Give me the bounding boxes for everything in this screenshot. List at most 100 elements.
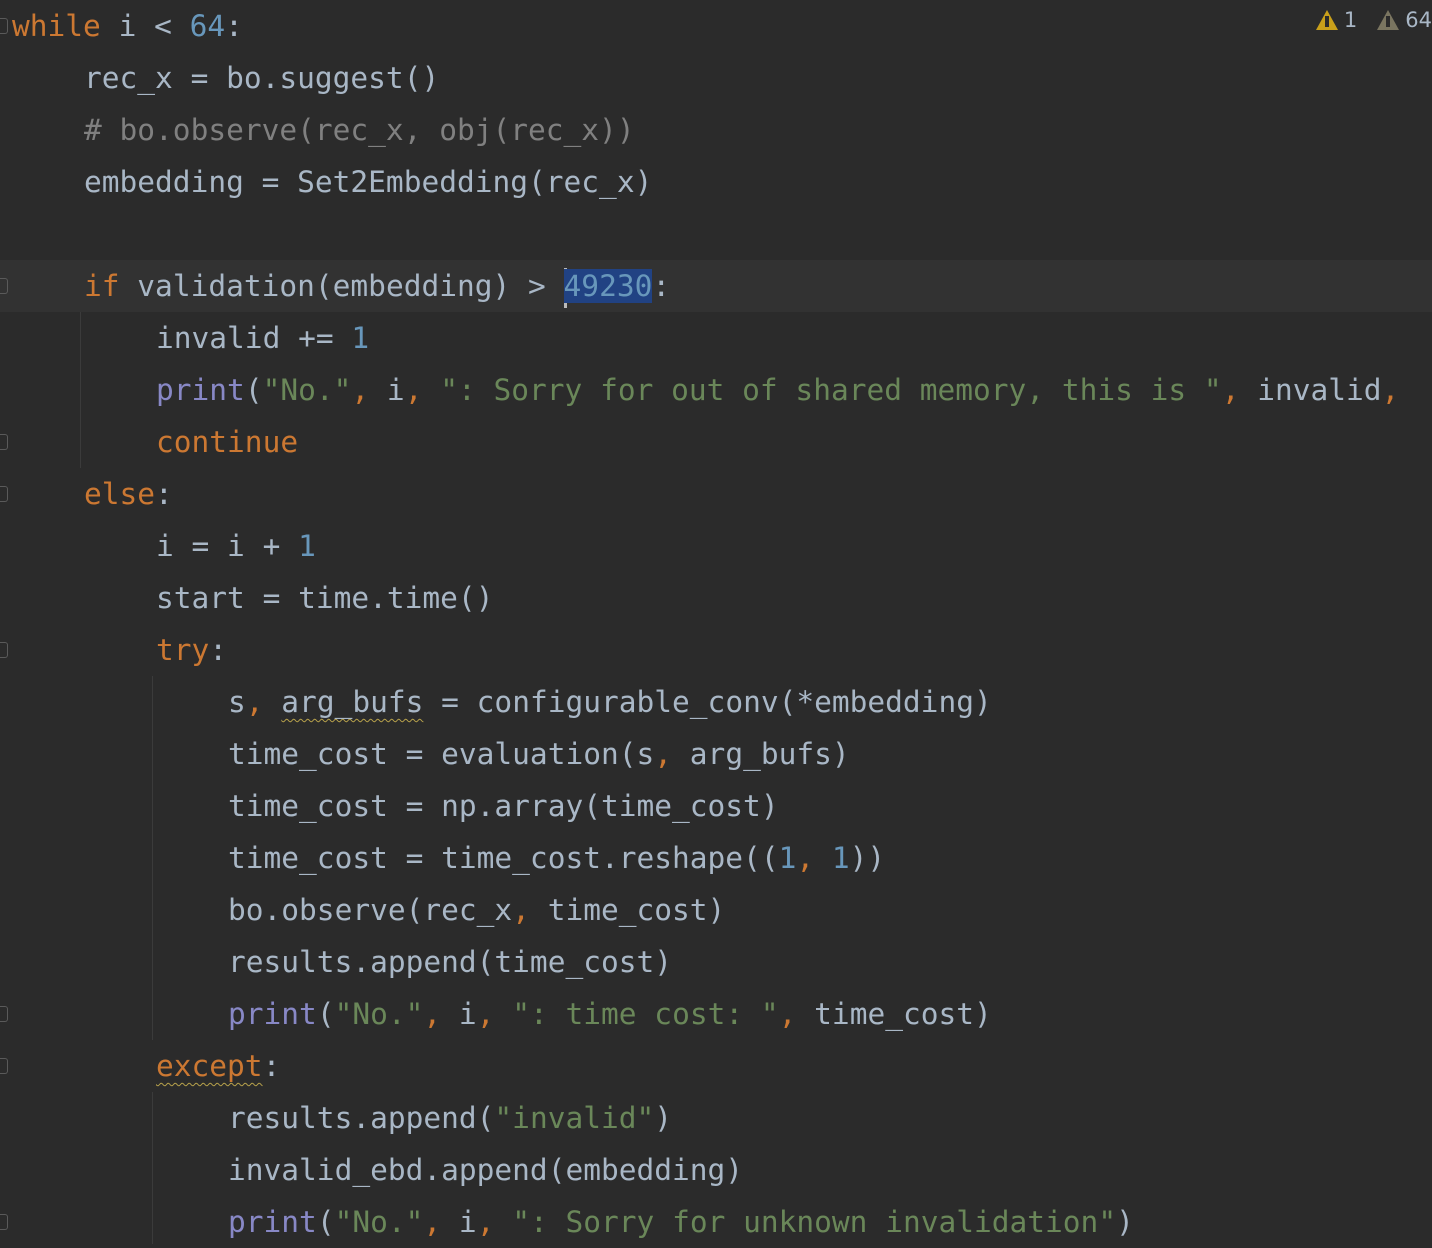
- code-token: i = i +: [156, 529, 299, 563]
- fold-marker-icon[interactable]: [0, 1214, 8, 1230]
- code-text: time_cost = evaluation(s, arg_bufs): [228, 728, 850, 780]
- code-line[interactable]: results.append("invalid"): [0, 1092, 1432, 1144]
- code-text: rec_x = bo.suggest(): [84, 52, 439, 104]
- code-line[interactable]: try:: [0, 624, 1432, 676]
- code-line[interactable]: results.append(time_cost): [0, 936, 1432, 988]
- code-line[interactable]: print("No.", i, ": time cost: ", time_co…: [0, 988, 1432, 1040]
- code-line[interactable]: start = time.time(): [0, 572, 1432, 624]
- code-token: ,: [423, 997, 442, 1031]
- code-token: "No.": [334, 997, 424, 1031]
- code-text: s, arg_bufs = configurable_conv(*embeddi…: [228, 676, 992, 728]
- code-line[interactable]: invalid_ebd.append(embedding): [0, 1144, 1432, 1196]
- code-text: results.append(time_cost): [228, 936, 672, 988]
- code-text: embedding = Set2Embedding(rec_x): [84, 156, 652, 208]
- code-text: # bo.observe(rec_x, obj(rec_x)): [84, 104, 635, 156]
- code-editor[interactable]: while i < 64: rec_x = bo.suggest() # bo.ob…: [0, 0, 1432, 1244]
- code-token: (: [316, 997, 335, 1031]
- code-line[interactable]: time_cost = np.array(time_cost): [0, 780, 1432, 832]
- code-text: invalid_ebd.append(embedding): [228, 1144, 743, 1196]
- code-line[interactable]: embedding = Set2Embedding(rec_x): [0, 156, 1432, 208]
- code-line[interactable]: else:: [0, 468, 1432, 520]
- code-text: while i < 64:: [12, 0, 243, 52]
- code-text: print("No.", i, ": Sorry for out of shar…: [156, 364, 1399, 416]
- code-token: else: [84, 477, 156, 511]
- code-text: invalid += 1: [156, 312, 369, 364]
- code-token: continue: [156, 425, 299, 459]
- code-token: invalid +=: [156, 321, 352, 355]
- code-line[interactable]: if validation(embedding) > 49230:: [0, 260, 1432, 312]
- code-token: i: [369, 373, 405, 407]
- code-token: ): [1116, 1205, 1134, 1239]
- code-line[interactable]: [0, 208, 1432, 260]
- code-token: ,: [404, 373, 423, 407]
- code-token: = configurable_conv(*embedding): [423, 685, 992, 719]
- code-line[interactable]: bo.observe(rec_x, time_cost): [0, 884, 1432, 936]
- fold-marker-icon[interactable]: [0, 278, 8, 294]
- code-text: results.append("invalid"): [228, 1092, 672, 1144]
- code-line[interactable]: rec_x = bo.suggest(): [0, 52, 1432, 104]
- code-token: ,: [245, 685, 264, 719]
- code-token: time_cost): [796, 997, 992, 1031]
- code-token: :: [262, 1049, 281, 1083]
- code-text: except:: [156, 1040, 280, 1092]
- fold-marker-icon[interactable]: [0, 642, 8, 658]
- code-token: if: [84, 269, 120, 303]
- code-line[interactable]: print("No.", i, ": Sorry for out of shar…: [0, 364, 1432, 416]
- code-token: invalid: [1239, 373, 1382, 407]
- code-token: i <: [100, 9, 190, 43]
- code-token: embedding = Set2Embedding(rec_x): [84, 165, 653, 199]
- code-token: time_cost = evaluation(s: [228, 737, 655, 771]
- code-text: try:: [156, 624, 227, 676]
- code-line[interactable]: invalid += 1: [0, 312, 1432, 364]
- code-token: invalid_ebd.append(embedding): [228, 1153, 744, 1187]
- code-token: 1: [778, 841, 797, 875]
- fold-marker-icon[interactable]: [0, 1058, 8, 1074]
- code-text: print("No.", i, ": time cost: ", time_co…: [228, 988, 992, 1040]
- code-token: validation(embedding) >: [119, 269, 564, 303]
- code-line[interactable]: except:: [0, 1040, 1432, 1092]
- code-line[interactable]: i = i + 1: [0, 520, 1432, 572]
- inspection-widget[interactable]: 1 64: [1315, 8, 1432, 32]
- code-text: print("No.", i, ": Sorry for unknown inv…: [228, 1196, 1134, 1248]
- code-token: arg_bufs): [672, 737, 850, 771]
- code-line[interactable]: time_cost = evaluation(s, arg_bufs): [0, 728, 1432, 780]
- code-token: "invalid": [494, 1101, 655, 1135]
- code-line[interactable]: time_cost = time_cost.reshape((1, 1)): [0, 832, 1432, 884]
- code-token: start = time.time(): [156, 581, 494, 615]
- code-text: continue: [156, 416, 298, 468]
- code-token: 1: [298, 529, 316, 563]
- code-token: ": Sorry for out of shared memory, this …: [440, 373, 1222, 407]
- fold-marker-icon[interactable]: [0, 486, 8, 502]
- code-token: :: [225, 9, 243, 43]
- code-token: results.append(time_cost): [228, 945, 673, 979]
- code-line[interactable]: continue: [0, 416, 1432, 468]
- code-token: ,: [1221, 373, 1240, 407]
- code-line[interactable]: s, arg_bufs = configurable_conv(*embeddi…: [0, 676, 1432, 728]
- fold-marker-icon[interactable]: [0, 18, 8, 34]
- code-token: ,: [423, 1205, 442, 1239]
- weak-warning-triangle-icon: [1377, 10, 1400, 30]
- code-token: (: [316, 1205, 335, 1239]
- code-line[interactable]: while i < 64:: [0, 0, 1432, 52]
- fold-marker-icon[interactable]: [0, 1006, 8, 1022]
- code-token: arg_bufs: [281, 685, 424, 719]
- warning-triangle-icon: [1315, 10, 1338, 30]
- code-token: while: [12, 9, 101, 43]
- code-token: print: [228, 997, 317, 1031]
- code-text: i = i + 1: [156, 520, 316, 572]
- code-token: print: [156, 373, 245, 407]
- fold-marker-icon[interactable]: [0, 434, 8, 450]
- code-line[interactable]: print("No.", i, ": Sorry for unknown inv…: [0, 1196, 1432, 1248]
- code-token: "No.": [334, 1205, 424, 1239]
- code-text: start = time.time(): [156, 572, 493, 624]
- code-token: ): [654, 1101, 673, 1135]
- code-token: "No.": [262, 373, 352, 407]
- code-line[interactable]: # bo.observe(rec_x, obj(rec_x)): [0, 104, 1432, 156]
- code-token: 1: [831, 841, 850, 875]
- code-token: s: [228, 685, 246, 719]
- code-text: if validation(embedding) > 49230:: [84, 260, 670, 312]
- code-token: ,: [778, 997, 797, 1031]
